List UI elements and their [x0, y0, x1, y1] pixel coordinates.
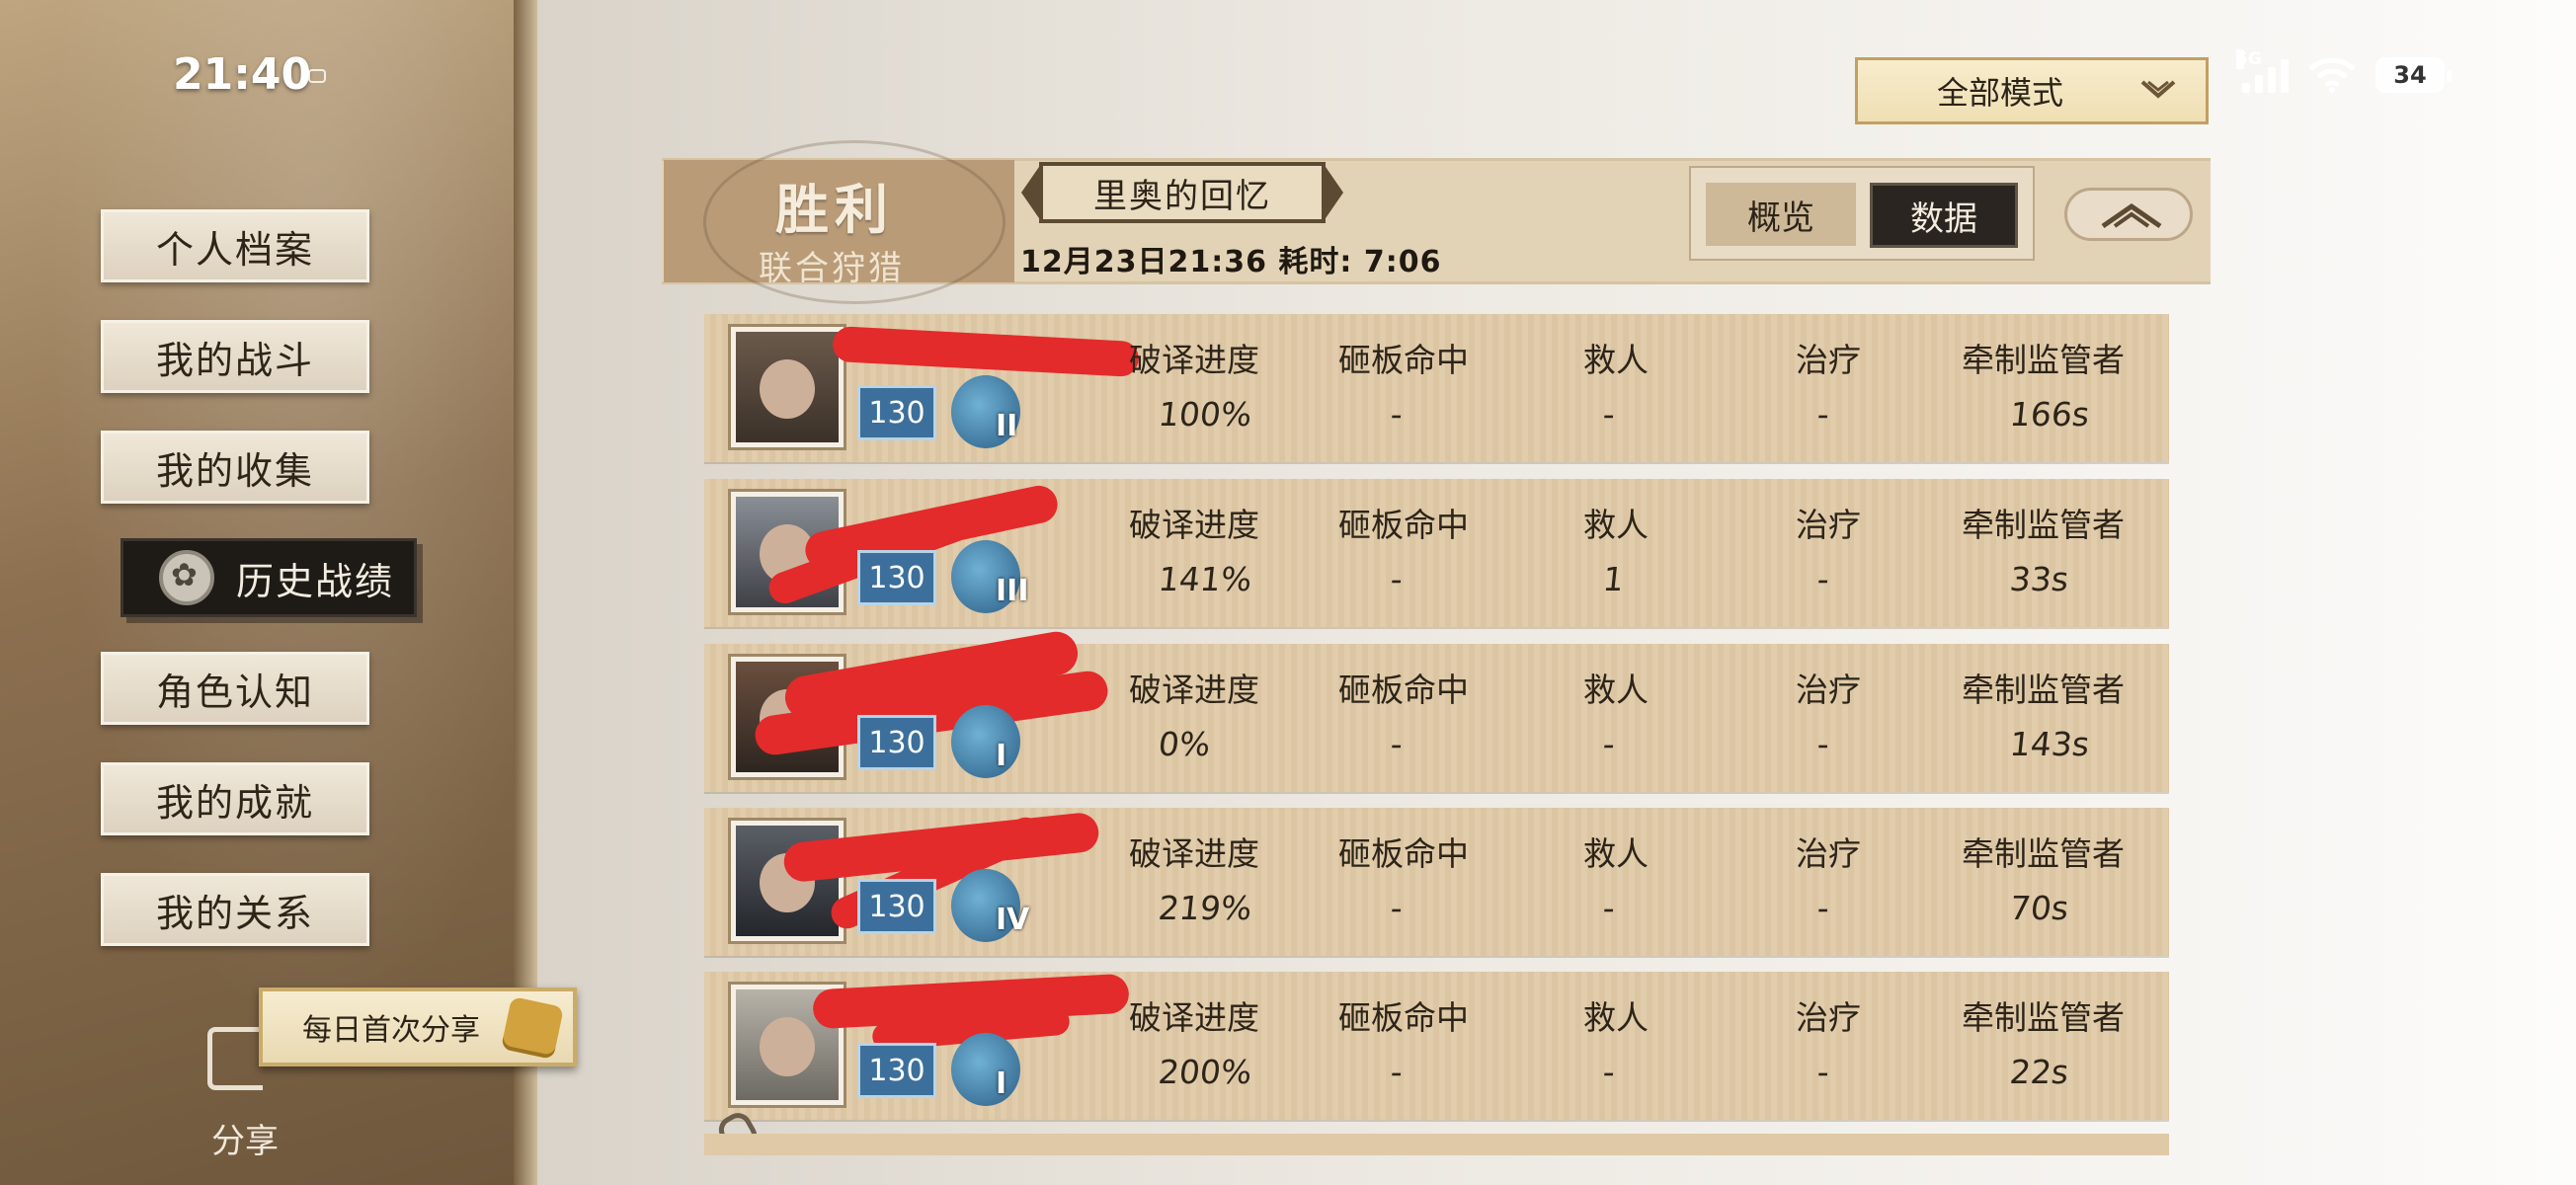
rank-tier: IV: [996, 903, 1030, 937]
stat-label-decode: 破译进度: [1129, 998, 1259, 1037]
shield-icon: [159, 550, 214, 605]
stat-label-decode: 破译进度: [1129, 506, 1259, 544]
stat-label-pallet: 砸板命中: [1338, 671, 1469, 709]
stat-label-heal: 治疗: [1796, 506, 1861, 544]
player-row-partial[interactable]: [704, 1134, 2169, 1155]
level-badge: 130: [857, 385, 936, 440]
stat-label-kite: 牵制监管者: [1962, 341, 2125, 379]
collapse-button[interactable]: [2064, 188, 2193, 241]
level-badge: 130: [857, 715, 936, 770]
battery-icon: 34: [2375, 57, 2452, 93]
level-badge: 130: [857, 879, 936, 934]
stat-decode: 200%: [1156, 1053, 1254, 1091]
stat-decode: 141%: [1156, 560, 1254, 598]
rank-tier: II: [996, 409, 1018, 443]
chevron-down-icon: [2140, 80, 2176, 99]
match-result: 胜利: [775, 179, 894, 241]
map-name: 里奥的回忆: [1093, 176, 1271, 216]
player-row[interactable]: 130 IV 破译进度 砸板命中 救人 治疗 牵制监管者 219% - - - …: [704, 808, 2169, 956]
share-banner-text: 每日首次分享: [302, 1013, 480, 1048]
sidebar-item-character[interactable]: 角色认知: [101, 652, 369, 725]
level-badge: 130: [857, 1043, 936, 1098]
stat-kite: 33s: [2007, 560, 2071, 598]
stat-label-kite: 牵制监管者: [1962, 506, 2125, 544]
mode-filter-value: 全部模式: [1937, 74, 2064, 112]
map-name-tag: 里奥的回忆: [1039, 162, 1326, 223]
stat-label-kite: 牵制监管者: [1962, 671, 2125, 709]
stat-kite: 143s: [2007, 725, 2092, 763]
stat-label-kite: 牵制监管者: [1962, 834, 2125, 873]
network-label: 5G: [2236, 49, 2262, 69]
stat-label-rescue: 救人: [1583, 998, 1649, 1037]
stat-label-decode: 破译进度: [1129, 671, 1259, 709]
stat-decode: 0%: [1156, 725, 1213, 763]
stat-label-heal: 治疗: [1796, 341, 1861, 379]
stat-label-pallet: 砸板命中: [1338, 998, 1469, 1037]
stat-label-heal: 治疗: [1796, 671, 1861, 709]
rank-tier: III: [996, 574, 1029, 608]
stat-label-pallet: 砸板命中: [1338, 834, 1469, 873]
mode-filter-dropdown[interactable]: 全部模式: [1855, 57, 2209, 124]
stat-kite: 22s: [2007, 1053, 2071, 1091]
puzzle-icon: [500, 995, 565, 1061]
stat-label-rescue: 救人: [1583, 834, 1649, 873]
player-row[interactable]: 130 III 破译进度 砸板命中 救人 治疗 牵制监管者 141% - 1 -…: [704, 479, 2169, 627]
match-time: 12月23日21:36 耗时: 7:06: [1020, 245, 1442, 279]
rank-tier: I: [996, 1066, 1007, 1101]
stat-kite: 166s: [2007, 395, 2092, 434]
stat-label-heal: 治疗: [1796, 834, 1861, 873]
player-row[interactable]: 130 II 破译进度 砸板命中 救人 治疗 牵制监管者 100% - - - …: [704, 314, 2169, 462]
status-icons: 5G 34: [2236, 49, 2452, 93]
stat-label-rescue: 救人: [1583, 671, 1649, 709]
chevron-up-icon: [2101, 202, 2162, 229]
stat-label-pallet: 砸板命中: [1338, 506, 1469, 544]
stat-label-heal: 治疗: [1796, 998, 1861, 1037]
stat-label-decode: 破译进度: [1129, 834, 1259, 873]
level-badge: 130: [857, 550, 936, 605]
player-row[interactable]: 130 I 破译进度 砸板命中 救人 治疗 牵制监管者 200% - - - 2…: [704, 972, 2169, 1120]
avatar-portrait: [736, 332, 839, 442]
tab-data[interactable]: 数据: [1870, 183, 2018, 248]
rank-tier: I: [996, 739, 1007, 773]
wifi-icon: [2308, 57, 2356, 93]
avatar: [728, 324, 846, 450]
share-label[interactable]: 分享: [211, 1114, 279, 1162]
sidebar-item-collection[interactable]: 我的收集: [101, 431, 369, 504]
stat-decode: 100%: [1156, 395, 1254, 434]
sidebar-item-history[interactable]: 历史战绩: [121, 538, 417, 617]
sidebar-item-relations[interactable]: 我的关系: [101, 873, 369, 946]
share-icon[interactable]: [207, 1027, 263, 1090]
tab-overview[interactable]: 概览: [1706, 183, 1856, 246]
notification-icon: [308, 69, 326, 83]
sidebar-item-label: 历史战绩: [236, 559, 395, 603]
stat-label-rescue: 救人: [1583, 341, 1649, 379]
match-mode: 联合狩猎: [759, 249, 905, 288]
sidebar-item-achievements[interactable]: 我的成就: [101, 762, 369, 835]
rank-deer-icon: [951, 705, 1020, 778]
stat-kite: 70s: [2007, 889, 2071, 927]
avatar: [728, 818, 846, 944]
player-row[interactable]: 130 I 破译进度 砸板命中 救人 治疗 牵制监管者 0% - - - 143…: [704, 628, 2169, 792]
stat-label-pallet: 砸板命中: [1338, 341, 1469, 379]
sidebar-item-profile[interactable]: 个人档案: [101, 209, 369, 282]
stat-rescue: 1: [1600, 560, 1627, 598]
stat-decode: 219%: [1156, 889, 1254, 927]
sidebar-item-my-battles[interactable]: 我的战斗: [101, 320, 369, 393]
status-time: 21:40: [173, 49, 312, 100]
daily-share-banner[interactable]: 每日首次分享: [259, 988, 577, 1066]
stat-label-kite: 牵制监管者: [1962, 998, 2125, 1037]
rank-dragon-icon: [951, 1033, 1020, 1106]
stat-label-decode: 破译进度: [1129, 341, 1259, 379]
stat-label-rescue: 救人: [1583, 506, 1649, 544]
signal-icon: 5G: [2236, 49, 2289, 93]
